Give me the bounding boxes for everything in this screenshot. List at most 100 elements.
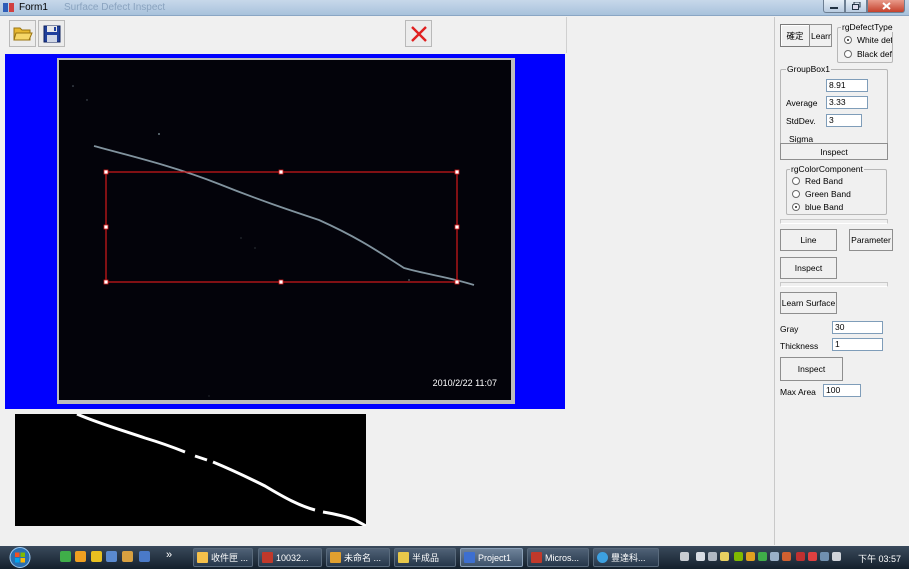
task-microsoft[interactable]: Micros... — [527, 548, 589, 567]
image-timestamp: 2010/2/22 11:07 — [432, 378, 497, 388]
task-label: 10032... — [276, 552, 309, 563]
max-area-label: Max Area — [780, 387, 816, 397]
window-ghost-title: Surface Defect Inspect — [64, 2, 166, 13]
task-label: Project1 — [478, 552, 512, 563]
task-icon — [330, 552, 341, 563]
gray-label: Gray — [780, 324, 799, 334]
radio-indicator — [844, 50, 852, 58]
tray-app-icon[interactable] — [820, 552, 829, 561]
tray-network-icon[interactable] — [770, 552, 779, 561]
open-button[interactable] — [9, 20, 36, 47]
task-label: 未命名 ... — [344, 553, 382, 563]
black-defect-label: Black defe — [857, 49, 892, 59]
defect-type-group: rgDefectType White defe Black defe — [837, 22, 894, 63]
tray-help-icon[interactable] — [696, 552, 705, 561]
green-band-radio[interactable]: Green Band — [792, 189, 851, 199]
learn-button[interactable]: Learn — [809, 24, 832, 47]
tray-app-icon[interactable] — [796, 552, 805, 561]
tray-app-icon[interactable] — [808, 552, 817, 561]
stddev-label: StdDev. — [786, 116, 816, 126]
floppy-disk-icon — [43, 25, 60, 42]
save-button[interactable] — [38, 20, 65, 47]
defect-type-legend: rgDefectType — [841, 22, 894, 32]
red-band-radio[interactable]: Red Band — [792, 176, 843, 186]
task-icon — [262, 552, 273, 563]
camera-image[interactable]: 2010/2/22 11:07 — [57, 58, 515, 404]
task-label: Micros... — [545, 552, 580, 563]
tray-app-icon[interactable] — [782, 552, 791, 561]
start-orb-icon[interactable] — [5, 546, 35, 569]
task-paint[interactable]: 未命名 ... — [326, 548, 390, 567]
max-area-field[interactable]: 100 — [823, 384, 861, 397]
toolbar — [2, 17, 567, 53]
minimize-icon — [830, 7, 838, 9]
quicklaunch-media-icon[interactable] — [91, 551, 102, 562]
task-inbox[interactable]: 收件匣 ... — [193, 548, 253, 567]
quicklaunch-ie-icon[interactable] — [60, 551, 71, 562]
inspect-button-1[interactable]: Inspect — [780, 143, 888, 160]
white-defect-radio[interactable]: White defe — [844, 35, 892, 45]
open-folder-icon — [12, 27, 33, 41]
gray-field[interactable]: 30 — [832, 321, 883, 334]
clock[interactable]: 下午 03:57 — [858, 552, 901, 565]
stddev-field[interactable]: 3.33 — [826, 96, 868, 109]
separator — [780, 219, 888, 224]
red-band-label: Red Band — [805, 176, 843, 186]
quicklaunch-messenger-icon[interactable] — [75, 551, 86, 562]
maximize-button[interactable] — [845, 0, 867, 13]
task-folder[interactable]: 半成品 — [394, 548, 456, 567]
system-tray: 下午 03:57 — [676, 546, 909, 569]
thickness-field[interactable]: 1 — [832, 338, 883, 351]
quicklaunch-desktop-icon[interactable] — [139, 551, 150, 562]
task-icon — [464, 552, 475, 563]
task-label: 豐達科... — [611, 553, 646, 563]
parameter-button[interactable]: Parameter — [849, 229, 893, 251]
blue-band-radio[interactable]: blue Band — [792, 202, 843, 212]
task-pdf[interactable]: 10032... — [258, 548, 322, 567]
sigma-field[interactable]: 3 — [826, 114, 862, 127]
inspect-button-2[interactable]: Inspect — [780, 257, 837, 279]
radio-indicator — [844, 36, 852, 44]
control-pane: 確定 Learn rgDefectType White defe Black d… — [776, 17, 909, 545]
color-component-legend: rgColorComponent — [790, 164, 864, 174]
tray-volume-icon[interactable] — [832, 552, 841, 561]
task-icon — [398, 552, 409, 563]
task-label: 收件匣 ... — [211, 553, 249, 563]
tray-shield-icon[interactable] — [758, 552, 767, 561]
line-button[interactable]: Line — [780, 229, 837, 251]
window-controls — [823, 0, 905, 14]
quicklaunch-overflow[interactable]: » — [166, 549, 172, 561]
confirm-button[interactable]: 確定 — [780, 24, 810, 47]
cancel-button[interactable] — [405, 20, 432, 47]
task-icon — [197, 552, 208, 563]
close-icon — [881, 2, 891, 10]
red-x-icon — [410, 25, 427, 42]
tray-keyboard-icon[interactable] — [680, 552, 689, 561]
average-field[interactable]: 8.91 — [826, 79, 868, 92]
inspect-button-3[interactable]: Inspect — [780, 357, 843, 381]
groupbox1-legend: GroupBox1 — [786, 64, 831, 74]
learn-surface-button[interactable]: Learn Surface — [780, 292, 837, 314]
white-defect-label: White defe — [857, 35, 892, 45]
restore-icon — [851, 2, 860, 10]
tray-arrow-icon[interactable] — [708, 552, 717, 561]
radio-indicator — [792, 177, 800, 185]
title-bar: Form1 Surface Defect Inspect — [0, 0, 909, 16]
close-button[interactable] — [867, 0, 905, 13]
app-icon — [3, 3, 14, 12]
taskbar: » 收件匣 ... 10032... 未命名 ... 半成品 Project1 … — [0, 546, 909, 569]
minimize-button[interactable] — [823, 0, 845, 13]
thickness-label: Thickness — [780, 341, 819, 351]
blue-band-label: blue Band — [805, 202, 844, 212]
task-label: 半成品 — [412, 553, 440, 563]
black-defect-radio[interactable]: Black defe — [844, 49, 892, 59]
task-icon — [597, 552, 608, 563]
radio-indicator — [792, 203, 800, 211]
tray-note-icon[interactable] — [720, 552, 729, 561]
quicklaunch-folder-icon[interactable] — [122, 551, 133, 562]
task-browser[interactable]: 豐達科... — [593, 548, 659, 567]
tray-app-icon[interactable] — [734, 552, 743, 561]
tray-app-icon[interactable] — [746, 552, 755, 561]
quicklaunch-app-icon[interactable] — [106, 551, 117, 562]
task-project1[interactable]: Project1 — [460, 548, 523, 567]
